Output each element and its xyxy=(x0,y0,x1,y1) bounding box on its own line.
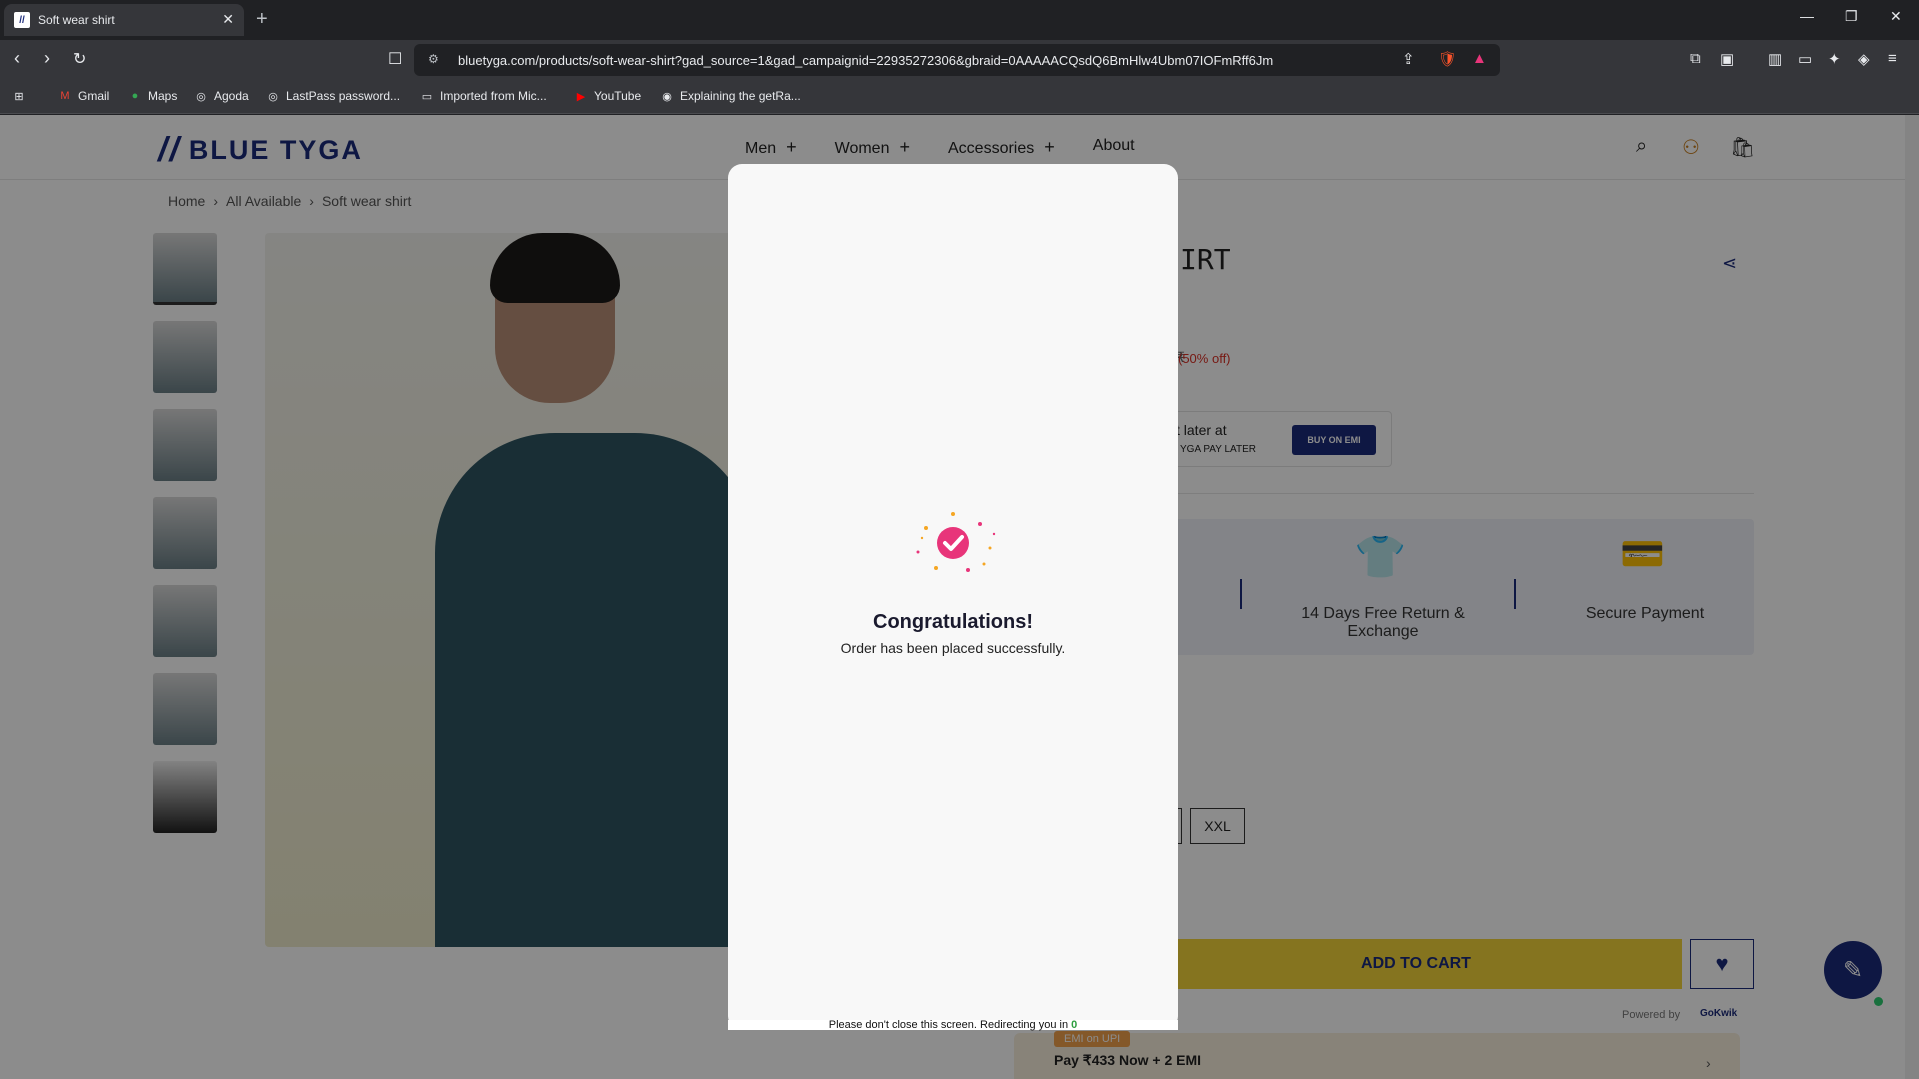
bookmark-maps[interactable]: ● Maps xyxy=(128,89,178,103)
site-favicon-icon: // xyxy=(14,12,30,28)
restore-icon[interactable]: ❐ xyxy=(1845,8,1858,25)
close-tab-icon[interactable]: ✕ xyxy=(222,11,234,28)
brave-rewards-icon[interactable]: ▲ xyxy=(1472,50,1487,67)
maps-pin-icon: ● xyxy=(131,90,139,102)
modal-message: Order has been placed successfully. xyxy=(840,640,1066,656)
back-icon[interactable]: ‹ xyxy=(14,48,20,69)
bookmark-page-icon[interactable]: ☐ xyxy=(388,49,402,69)
bookmarks-bar: ⊞ M Gmail ● Maps ◎ Agoda ◎ LastPass password… xyxy=(0,80,1919,114)
bookmark-imported-folder[interactable]: ▭ Imported from Mic... xyxy=(420,89,547,103)
gmail-icon: M xyxy=(60,90,70,102)
web-page: // BLUE TYGA Men + Women + Accessories + Ab… xyxy=(0,115,1919,1079)
site-info-icon[interactable]: ⚙ xyxy=(428,52,439,66)
bookmark-explaining[interactable]: ◉ Explaining the getRa... xyxy=(660,89,801,103)
address-bar[interactable]: ⚙ bluetyga.com/products/soft-wear-shirt?… xyxy=(414,44,1500,76)
vpn-icon[interactable]: ◈ xyxy=(1858,50,1870,68)
tab-search-icon[interactable]: ▣ xyxy=(1720,50,1734,68)
success-check-icon xyxy=(916,512,996,572)
github-icon: ◉ xyxy=(662,90,672,103)
globe-icon: ◎ xyxy=(196,90,206,103)
wallet-icon[interactable]: ▭ xyxy=(1798,50,1812,68)
leo-ai-icon[interactable]: ✦ xyxy=(1828,50,1841,68)
browser-tab-bar: // Soft wear shirt ✕ + — ❐ ✕ xyxy=(0,0,1919,40)
browser-tab[interactable]: // Soft wear shirt ✕ xyxy=(4,4,244,36)
reload-icon[interactable]: ↻ xyxy=(73,49,86,69)
youtube-icon: ▶ xyxy=(576,90,586,103)
minimize-icon[interactable]: — xyxy=(1800,8,1814,24)
new-tab-button[interactable]: + xyxy=(256,8,268,31)
url-text: bluetyga.com/products/soft-wear-shirt?ga… xyxy=(458,52,1274,68)
browser-toolbar: ‹ › ↻ ☐ ⚙ bluetyga.com/products/soft-wea… xyxy=(0,40,1919,80)
bookmark-youtube[interactable]: ▶ YouTube xyxy=(574,89,641,103)
apps-grid-icon[interactable]: ⊞ xyxy=(12,89,26,103)
bookmark-agoda[interactable]: ◎ Agoda xyxy=(194,89,249,103)
sidebar-icon[interactable]: ▥ xyxy=(1768,50,1782,68)
bookmark-gmail[interactable]: M Gmail xyxy=(58,89,109,103)
redirect-notice: Please don't close this screen. Redirect… xyxy=(728,1019,1178,1031)
brave-shields-icon[interactable]: 🛡 xyxy=(1438,50,1457,68)
folder-icon: ▭ xyxy=(421,90,433,103)
menu-icon[interactable]: ≡ xyxy=(1888,50,1897,67)
bookmark-lastpass[interactable]: ◎ LastPass password... xyxy=(266,89,400,103)
share-page-icon[interactable]: ⇪ xyxy=(1402,50,1415,68)
forward-icon[interactable]: › xyxy=(44,48,50,69)
tab-title: Soft wear shirt xyxy=(38,13,115,27)
extensions-icon[interactable]: ⧉ xyxy=(1690,50,1701,67)
modal-title: Congratulations! xyxy=(873,611,1033,633)
redirect-countdown: 0 xyxy=(1071,1019,1078,1031)
globe-icon: ◎ xyxy=(268,90,278,103)
order-success-modal: Congratulations! Order has been placed s… xyxy=(728,164,1178,1031)
close-window-icon[interactable]: ✕ xyxy=(1890,8,1902,25)
